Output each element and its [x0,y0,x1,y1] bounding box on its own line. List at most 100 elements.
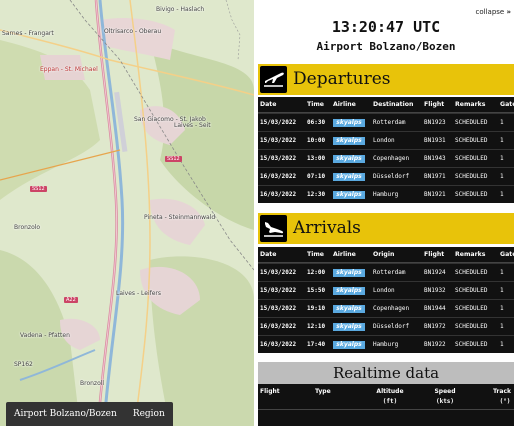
skyalps-logo: skyalps [333,154,365,163]
double-chevron-right-icon: » [506,8,511,16]
map-view[interactable]: Sarnes - Frangart Eppan - St. Michael Ol… [0,0,254,426]
arrivals-title: Arrivals [293,218,361,238]
road-shield: SS12 [165,156,182,162]
column-header: Type [315,388,331,395]
flight-time: 19:10 [307,305,326,312]
flight-time: 12:00 [307,269,326,276]
flight-gate: 1 [500,155,504,162]
flight-remarks: SCHEDULED [455,287,488,294]
skyalps-logo: skyalps [333,118,365,127]
table-row: 16/03/2022 12:30 skyalps Hamburg BN1921 SCHED… [258,185,514,203]
tab-airport[interactable]: Airport Bolzano/Bozen [6,409,125,419]
column-header: Speed [434,388,456,395]
flight-remarks: SCHEDULED [455,323,488,330]
skyalps-logo: skyalps [333,304,365,313]
column-header: Origin [373,251,395,258]
table-row: 15/03/2022 12:00 skyalps Rotterdam BN1924 SCH… [258,263,514,281]
realtime-table: Flight Type Altitude (ft) Speed (kts) Tr… [258,384,514,426]
column-header: Date [260,101,277,108]
column-header: Airline [333,101,356,108]
flight-remarks: SCHEDULED [455,137,488,144]
airline-logo: skyalps [333,186,365,203]
flight-date: 15/03/2022 [260,155,297,162]
airline-logo: skyalps [333,150,365,167]
map-label: Laives - Seit [174,122,211,129]
collapse-label: collapse [475,8,505,16]
flight-gate: 1 [500,173,504,180]
realtime-header: Realtime data [258,362,514,384]
utc-clock: 13:20:47 UTC [331,18,441,36]
table-header-row: Date Time Airline Destination Flight Rem… [258,97,514,113]
map-label: Eppan - St. Michael [40,66,98,73]
flight-number: BN1943 [424,155,446,162]
map-tab-bar: Airport Bolzano/Bozen Region [6,402,173,426]
flight-time: 13:00 [307,155,326,162]
column-header: Time [307,101,324,108]
flight-time: 17:40 [307,341,326,348]
flight-time: 10:00 [307,137,326,144]
flight-date: 16/03/2022 [260,323,297,330]
plane-departure-icon [260,66,287,93]
flight-remarks: SCHEDULED [455,191,488,198]
column-header: Airline [333,251,356,258]
flight-number: BN1931 [424,137,446,144]
map-label: Bronzolo [14,224,41,231]
departures-table: Date Time Airline Destination Flight Rem… [258,97,514,203]
column-header: Date [260,251,277,258]
skyalps-logo: skyalps [333,268,365,277]
skyalps-logo: skyalps [333,322,365,331]
plane-arrival-icon [260,215,287,242]
tab-region[interactable]: Region [125,409,173,419]
flight-date: 15/03/2022 [260,269,297,276]
airline-logo: skyalps [333,336,365,353]
airline-logo: skyalps [333,300,365,317]
flight-time: 15:50 [307,287,326,294]
airline-logo: skyalps [333,318,365,335]
flight-place: Rotterdam [373,119,406,126]
column-header: Flight [424,251,445,258]
collapse-button[interactable]: collapse » [476,8,511,16]
column-header: Gate [500,251,514,258]
column-header: Gate [500,101,514,108]
flight-place: Düsseldorf [373,323,410,330]
skyalps-logo: skyalps [333,340,365,349]
flight-number: BN1924 [424,269,446,276]
map-label: Vadena - Pfatten [20,332,70,339]
column-header: Time [307,251,324,258]
column-header: Flight [424,101,445,108]
flight-number: BN1922 [424,341,446,348]
flight-number: BN1921 [424,191,446,198]
flight-remarks: SCHEDULED [455,155,488,162]
map-canvas[interactable] [0,0,254,426]
map-label: Bivigo - Haslach [156,6,205,13]
flight-date: 15/03/2022 [260,119,297,126]
flight-remarks: SCHEDULED [455,305,488,312]
flight-place: Hamburg [373,191,399,198]
flight-gate: 1 [500,323,504,330]
departures-header: Departures [258,64,514,95]
flight-gate: 1 [500,137,504,144]
airline-logo: skyalps [333,114,365,131]
flight-gate: 1 [500,191,504,198]
column-header: Destination [373,101,414,108]
flight-remarks: SCHEDULED [455,173,488,180]
flight-gate: 1 [500,119,504,126]
table-row: 15/03/2022 19:10 skyalps Copenhagen BN1944 SC… [258,299,514,317]
flight-remarks: SCHEDULED [455,119,488,126]
airport-name: Airport Bolzano/Bozen [316,40,456,53]
map-label: Sarnes - Frangart [2,30,54,37]
airline-logo: skyalps [333,168,365,185]
divider [258,409,514,410]
airline-logo: skyalps [333,264,365,281]
table-row: 16/03/2022 07:10 skyalps Düsseldorf BN1971 SC… [258,167,514,185]
flight-place: Copenhagen [373,155,410,162]
flight-gate: 1 [500,305,504,312]
airline-logo: skyalps [333,282,365,299]
skyalps-logo: skyalps [333,190,365,199]
flight-time: 06:30 [307,119,326,126]
flight-date: 15/03/2022 [260,287,297,294]
column-header: Flight [260,388,280,395]
column-header: Track [493,388,511,395]
departures-title: Departures [293,69,391,89]
airline-logo: skyalps [333,132,365,149]
